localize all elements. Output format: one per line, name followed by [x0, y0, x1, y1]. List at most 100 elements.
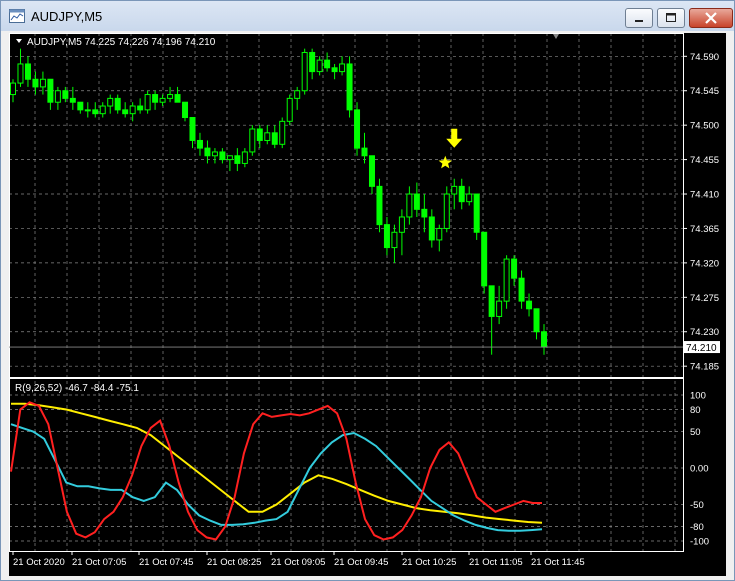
price-tick-label: 74.545: [690, 86, 719, 97]
candle-body: [286, 97, 293, 122]
candle-body: [331, 67, 338, 73]
candle-body: [391, 231, 398, 249]
sell-arrow-icon: [446, 128, 463, 148]
candle-body: [451, 185, 458, 195]
candle-body: [443, 193, 450, 229]
candle-body: [182, 101, 189, 119]
candle-body: [436, 227, 443, 241]
price-tick-label: 74.275: [690, 293, 719, 304]
candle-body: [54, 90, 61, 103]
time-tick-label: 21 Oct 11:05: [469, 557, 523, 568]
time-tick-label: 21 Oct 09:05: [271, 557, 325, 568]
candle-body: [271, 132, 278, 145]
minimize-icon: [635, 20, 643, 22]
candle-body: [189, 117, 196, 141]
candle-body: [122, 109, 129, 115]
close-button[interactable]: [689, 8, 733, 28]
candle-body: [152, 94, 159, 103]
time-tick-label: 21 Oct 10:25: [402, 557, 456, 568]
indicator-tick-label: 80: [690, 405, 701, 416]
candle-body: [376, 185, 383, 226]
candle-body: [62, 90, 69, 99]
candle-body: [473, 193, 480, 233]
candle-body: [234, 155, 241, 164]
candle-body: [339, 63, 346, 73]
price-tick-label: 74.230: [690, 327, 719, 338]
indicator-tick-label: 50: [690, 427, 701, 438]
candle-body: [77, 101, 84, 111]
candle-body: [32, 78, 39, 88]
chart-header: AUDJPY,M5 74.225 74.226 74.196 74.210: [27, 37, 216, 48]
indicator-tick-label: 100: [690, 391, 706, 402]
candle-body: [84, 109, 91, 112]
candle-body: [10, 82, 16, 96]
time-tick-label: 21 Oct 07:45: [139, 557, 193, 568]
price-tick-label: 74.590: [690, 52, 719, 63]
terminal-chart-window: AUDJPY,M5 74.590 74.545 74.500 74.455 74.410…: [0, 0, 735, 581]
current-price-label: 74.210: [686, 343, 717, 354]
candle-body: [114, 97, 121, 111]
candle-body: [316, 59, 323, 73]
signal-star-icon: [438, 155, 452, 169]
axes: 74.590 74.545 74.500 74.455 74.410 74.365 74.3…: [9, 33, 719, 568]
candle-body: [361, 147, 368, 157]
price-tick-label: 74.365: [690, 224, 719, 235]
candle-body: [428, 216, 435, 241]
candles: [10, 48, 547, 355]
maximize-icon: [666, 13, 676, 22]
candle-body: [294, 90, 301, 99]
price-tick-label: 74.455: [690, 155, 719, 166]
candle-body: [241, 151, 248, 164]
candle-body: [518, 277, 525, 302]
candle-body: [144, 94, 151, 111]
candle-body: [167, 94, 174, 99]
candle-body: [421, 208, 428, 218]
candle-body: [219, 151, 226, 161]
candle-body: [249, 128, 256, 153]
candle-body: [503, 258, 510, 302]
price-tick-label: 74.410: [690, 190, 719, 201]
close-icon: [705, 12, 717, 24]
price-tick-label: 74.185: [690, 362, 719, 373]
candle-body: [346, 63, 353, 111]
dropdown-triangle-icon[interactable]: [16, 39, 22, 43]
candle-body: [458, 185, 465, 203]
title-bar[interactable]: AUDJPY,M5: [1, 1, 734, 31]
maximize-button[interactable]: [657, 8, 685, 28]
candle-body: [137, 105, 144, 111]
candle-body: [309, 51, 316, 73]
time-tick-label: 21 Oct 09:45: [334, 557, 388, 568]
candle-body: [226, 155, 233, 161]
candle-body: [354, 109, 361, 149]
window-title: AUDJPY,M5: [31, 9, 103, 24]
candle-body: [533, 308, 540, 333]
candle-body: [368, 155, 375, 187]
candle-body: [17, 63, 24, 84]
indicator-lines: [10, 401, 543, 541]
indicator-tick-label: -100: [690, 537, 709, 548]
candle-body: [196, 139, 203, 149]
chart-area[interactable]: 74.590 74.545 74.500 74.455 74.410 74.365 74.3…: [9, 33, 726, 576]
candle-body: [204, 147, 211, 157]
candle-body: [211, 151, 218, 157]
candle-body: [129, 105, 136, 115]
candle-body: [69, 97, 76, 103]
main-plot-frame: [9, 33, 684, 378]
candle-body: [324, 59, 331, 69]
time-tick-label: 21 Oct 08:25: [207, 557, 261, 568]
shift-marker-icon[interactable]: [553, 34, 559, 39]
candle-body: [256, 128, 263, 141]
candle-body: [496, 300, 503, 317]
time-tick-label: 21 Oct 2020: [13, 557, 65, 568]
candle-body: [301, 51, 308, 92]
candle-body: [24, 63, 31, 80]
candle-body: [526, 300, 533, 310]
candle-body: [159, 97, 166, 103]
price-chart[interactable]: 74.590 74.545 74.500 74.455 74.410 74.365 74.3…: [9, 33, 726, 576]
candle-body: [488, 285, 495, 317]
price-tick-label: 74.320: [690, 258, 719, 269]
candle-body: [511, 258, 518, 279]
candle-body: [279, 120, 286, 145]
candle-body: [47, 78, 54, 103]
minimize-button[interactable]: [625, 8, 653, 28]
